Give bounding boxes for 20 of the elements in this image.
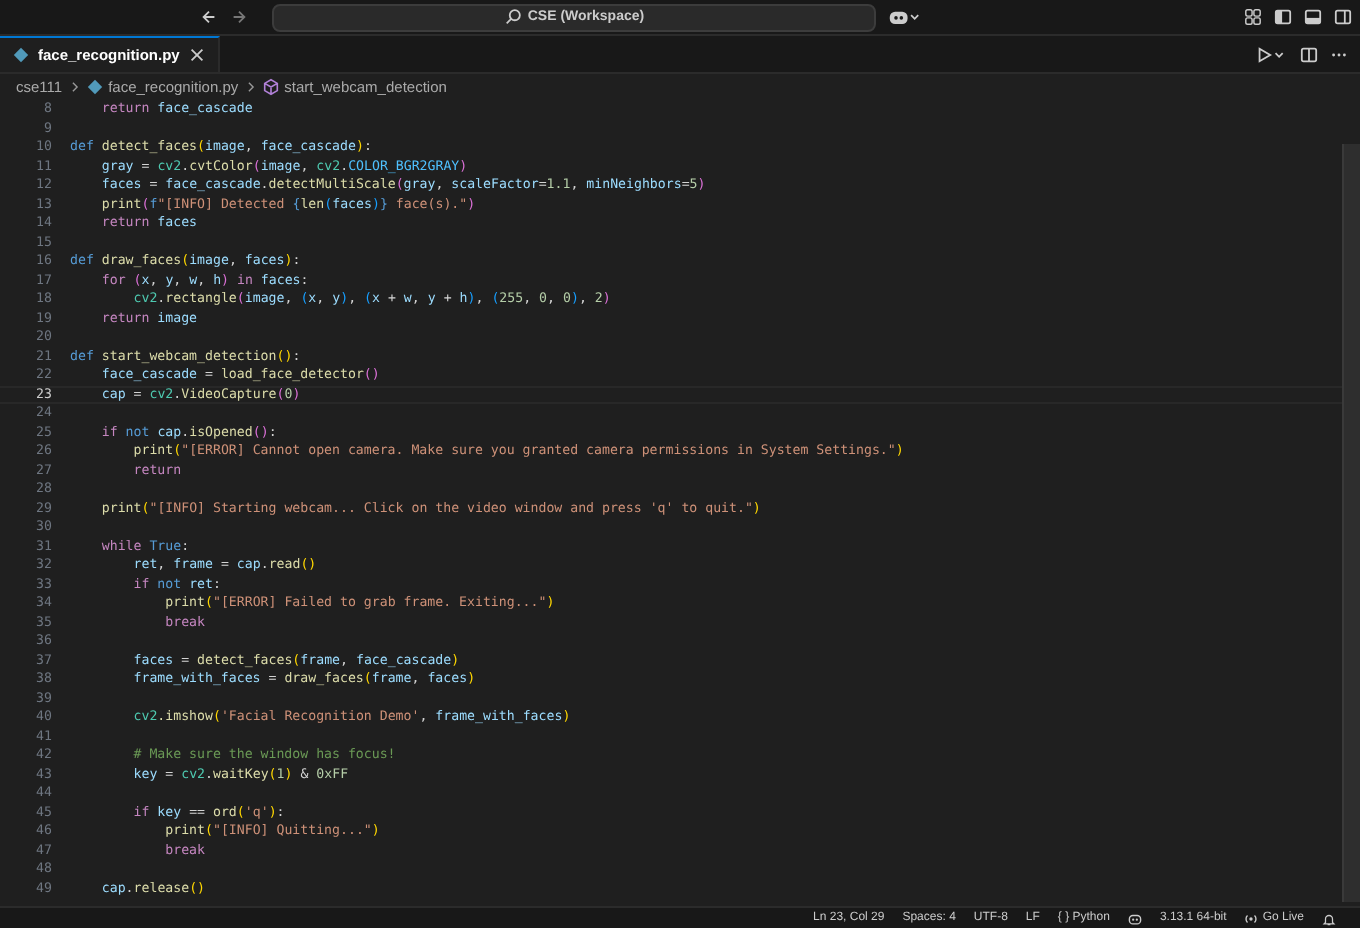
python-file-icon	[86, 78, 105, 96]
copilot-icon[interactable]	[1127, 911, 1142, 925]
copilot-icon[interactable]	[888, 8, 920, 26]
bell-icon[interactable]	[1322, 911, 1336, 925]
close-icon[interactable]	[187, 46, 206, 64]
scrollbar[interactable]	[1342, 144, 1360, 902]
panel-toggle-icon[interactable]	[1304, 8, 1322, 26]
cube-icon	[262, 78, 281, 96]
search-icon	[503, 8, 522, 26]
python-file-icon	[12, 46, 30, 64]
chevron-icon	[244, 80, 259, 94]
layout-icon[interactable]	[1244, 8, 1262, 26]
split-editor-icon[interactable]	[1300, 45, 1318, 63]
forward-arrow-icon[interactable]	[230, 8, 248, 26]
broadcast-icon	[1244, 911, 1259, 925]
secondary-sidebar-icon[interactable]	[1334, 8, 1352, 26]
run-icon[interactable]	[1256, 45, 1288, 63]
back-arrow-icon[interactable]	[200, 8, 218, 26]
sidebar-toggle-icon[interactable]	[1274, 8, 1292, 26]
chevron-icon	[68, 80, 83, 94]
